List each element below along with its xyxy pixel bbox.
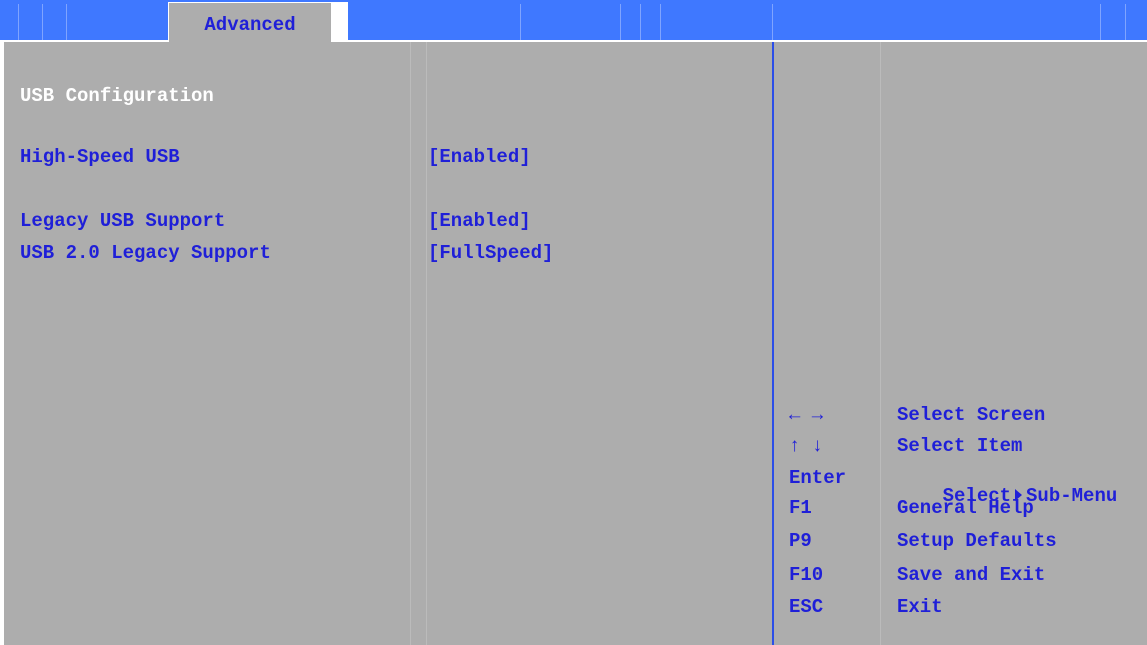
column-guide xyxy=(880,42,881,645)
menu-bar-separator xyxy=(660,4,661,40)
tab-separator xyxy=(332,2,348,42)
setting-label: USB 2.0 Legacy Support xyxy=(20,242,271,264)
help-key: F10 xyxy=(789,564,824,586)
left-frame-border xyxy=(0,42,4,645)
help-desc: Select Item xyxy=(897,435,1023,457)
help-panel-divider xyxy=(772,42,774,645)
column-guide xyxy=(426,42,427,645)
help-desc: Setup Defaults xyxy=(897,530,1057,552)
tab-advanced[interactable]: Advanced xyxy=(168,2,332,42)
setting-value[interactable]: [Enabled] xyxy=(428,210,531,232)
setting-label: Legacy USB Support xyxy=(20,210,226,232)
menu-bar-separator xyxy=(42,4,43,40)
help-desc: General Help xyxy=(897,497,1034,519)
menu-bar-separator xyxy=(1125,4,1126,40)
menu-bar-separator xyxy=(640,4,641,40)
column-guide xyxy=(410,42,411,645)
menu-bar-separator xyxy=(520,4,521,40)
setting-value[interactable]: [Enabled] xyxy=(428,146,531,168)
help-desc: Exit xyxy=(897,596,943,618)
menu-bar-separator xyxy=(1100,4,1101,40)
help-key: Enter xyxy=(789,467,847,489)
help-key: ESC xyxy=(789,596,824,618)
help-key: P9 xyxy=(789,530,812,552)
menu-bar-separator xyxy=(772,4,773,40)
help-key: F1 xyxy=(789,497,812,519)
left-right-arrow-icon: ← → xyxy=(789,404,824,426)
menu-bar-separator xyxy=(66,4,67,40)
help-desc-suffix: Sub-Menu xyxy=(1026,485,1118,507)
help-desc: Select Sub-Menu xyxy=(897,463,1118,529)
section-title: USB Configuration xyxy=(20,85,214,107)
help-desc: Select Screen xyxy=(897,404,1046,426)
up-down-arrow-icon: ↑ ↓ xyxy=(789,435,824,457)
setting-label: High-Speed USB xyxy=(20,146,180,168)
setting-value[interactable]: [FullSpeed] xyxy=(428,242,553,264)
menu-bar-separator xyxy=(620,4,621,40)
help-desc: Save and Exit xyxy=(897,564,1046,586)
menu-bar-separator xyxy=(18,4,19,40)
